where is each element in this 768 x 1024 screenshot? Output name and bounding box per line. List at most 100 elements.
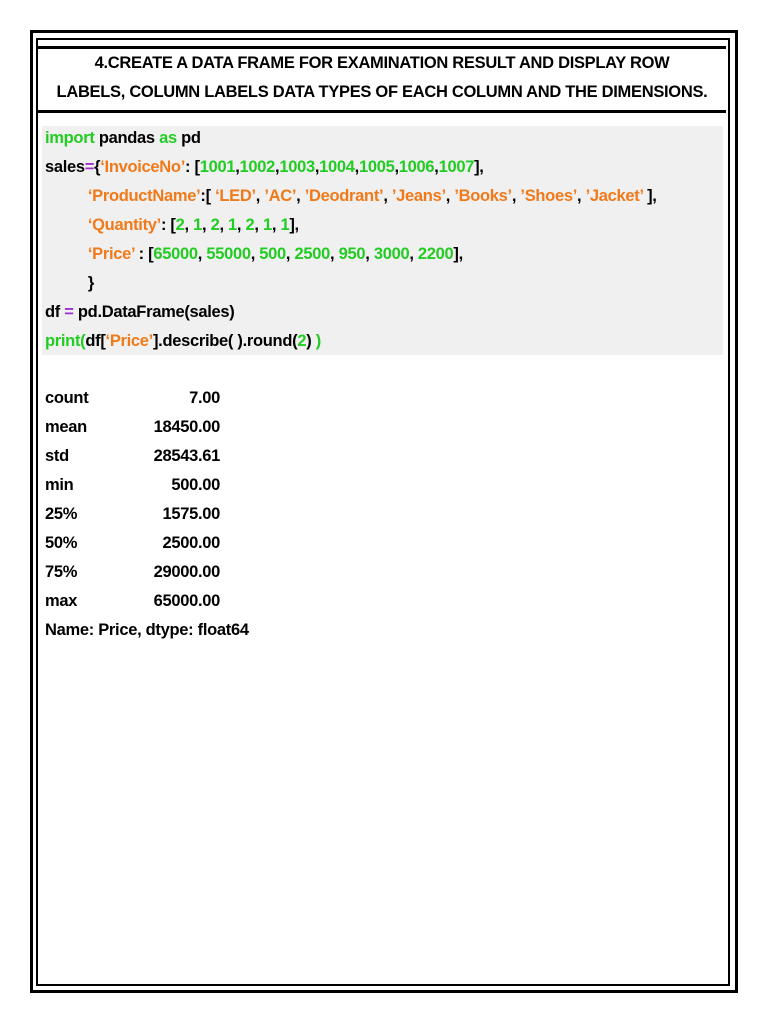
title-line-2: LABELS, COLUMN LABELS DATA TYPES OF EACH… <box>56 83 708 101</box>
code-token: pd <box>176 129 201 147</box>
stat-label: count <box>45 389 89 407</box>
code-token: , <box>365 245 374 263</box>
code-token: ’AC’ <box>264 187 297 205</box>
code-token: ], <box>453 245 463 263</box>
stat-value: 29000.00 <box>153 563 221 581</box>
code-token: ], <box>474 158 484 176</box>
code-token: ) <box>306 332 316 350</box>
code-token: import <box>45 129 95 147</box>
code-token: : [ <box>134 245 154 263</box>
stat-value: 500.00 <box>171 476 220 494</box>
code-token: , <box>577 187 586 205</box>
stat-value: 7.00 <box>189 389 220 407</box>
stat-label: std <box>45 447 69 465</box>
code-token: 950 <box>338 245 366 263</box>
title-line-1: 4.CREATE A DATA FRAME FOR EXAMINATION RE… <box>94 54 670 72</box>
stat-label: 50% <box>45 534 78 552</box>
code-token: ‘InvoiceNo’ <box>100 158 185 176</box>
code-line: print(df[‘Price’].describe( ).round(2) ) <box>45 332 321 351</box>
code-token: : [ <box>160 216 176 234</box>
output-row: 50% 2500.00 <box>45 534 220 553</box>
code-token: 2 <box>175 216 185 234</box>
code-token: 1002 <box>239 158 276 176</box>
code-token: ].describe( ).round( <box>152 332 298 350</box>
output-row: 25% 1575.00 <box>45 505 220 524</box>
code-token: 2500 <box>294 245 331 263</box>
stat-value: 65000.00 <box>153 592 221 610</box>
code-line: import pandas as pd <box>45 129 201 148</box>
code-token: , <box>330 245 339 263</box>
code-line: ‘ProductName’:[ ‘LED’, ’AC’, ’Deodrant’,… <box>45 187 657 206</box>
code-token: 1 <box>228 216 237 234</box>
code-token: pd.DataFrame(sales) <box>73 303 235 321</box>
code-token: = <box>64 303 74 321</box>
code-token: , <box>219 216 229 234</box>
code-line: ‘Price’ : [65000, 55000, 500, 2500, 950,… <box>45 245 463 264</box>
code-token: ‘ProductName’ <box>87 187 201 205</box>
code-token: 55000 <box>206 245 251 263</box>
code-token: df[ <box>85 332 106 350</box>
question-title: 4.CREATE A DATA FRAME FOR EXAMINATION RE… <box>38 46 726 113</box>
code-token: , <box>383 187 392 205</box>
code-token: 1006 <box>398 158 435 176</box>
code-token: ], <box>289 216 299 234</box>
code-line: ‘Quantity’: [2, 1, 2, 1, 2, 1, 1], <box>45 216 299 235</box>
code-token: ’Jeans’ <box>391 187 446 205</box>
code-token: 3000 <box>373 245 410 263</box>
code-token: } <box>45 274 94 292</box>
code-token: 65000 <box>153 245 198 263</box>
code-token: 1007 <box>438 158 475 176</box>
stat-value: 2500.00 <box>162 534 220 552</box>
code-token: 1004 <box>319 158 355 176</box>
code-token: 1 <box>280 216 290 234</box>
code-line: sales={‘InvoiceNo’: [1001,1002,1003,1004… <box>45 158 484 177</box>
code-token: ) <box>315 332 322 350</box>
code-token: , <box>201 216 211 234</box>
stat-label: 75% <box>45 563 78 581</box>
stat-value: 18450.00 <box>153 418 221 436</box>
code-token: :[ <box>200 187 216 205</box>
code-token: , <box>236 216 246 234</box>
code-token: ‘Price’ <box>105 332 154 350</box>
code-token: print( <box>45 332 86 350</box>
stat-label: min <box>45 476 74 494</box>
stat-value: 28543.61 <box>153 447 221 465</box>
code-token: df <box>45 303 65 321</box>
code-token: = <box>84 158 95 176</box>
code-line: } <box>45 274 94 293</box>
code-token: , <box>184 216 194 234</box>
code-token: as <box>159 129 177 147</box>
stat-value: 1575.00 <box>162 505 220 523</box>
output-footer: Name: Price, dtype: float64 <box>45 621 249 639</box>
code-token: , <box>409 245 418 263</box>
code-token: ’Jacket’ <box>585 187 644 205</box>
code-token: ‘Quantity’ <box>87 216 161 234</box>
code-token: 1 <box>193 216 202 234</box>
code-token: ‘Price’ <box>87 245 135 263</box>
code-token: sales <box>45 158 85 176</box>
stat-label: mean <box>45 418 87 436</box>
code-token: ’Deodrant’ <box>304 187 384 205</box>
code-token: , <box>254 216 263 234</box>
output-row: max 65000.00 <box>45 592 220 611</box>
stat-label: max <box>45 592 78 610</box>
code-token: ’Shoes’ <box>520 187 577 205</box>
code-token: : [ <box>185 158 200 176</box>
code-token: 1001 <box>199 158 236 176</box>
code-block: import pandas as pd sales={‘InvoiceNo’: [… <box>42 126 723 355</box>
code-token: pandas <box>94 129 160 147</box>
code-token: 2200 <box>417 245 454 263</box>
code-token: 1003 <box>279 158 315 176</box>
output-row: 75% 29000.00 <box>45 563 220 582</box>
stat-label: 25% <box>45 505 78 523</box>
output-row: min 500.00 <box>45 476 220 495</box>
code-token: 1005 <box>358 158 395 176</box>
code-token: 1 <box>262 216 272 234</box>
code-token: , <box>296 187 305 205</box>
output-row: std 28543.61 <box>45 447 220 466</box>
code-token: ’Books’ <box>454 187 512 205</box>
code-line: df = pd.DataFrame(sales) <box>45 303 235 322</box>
